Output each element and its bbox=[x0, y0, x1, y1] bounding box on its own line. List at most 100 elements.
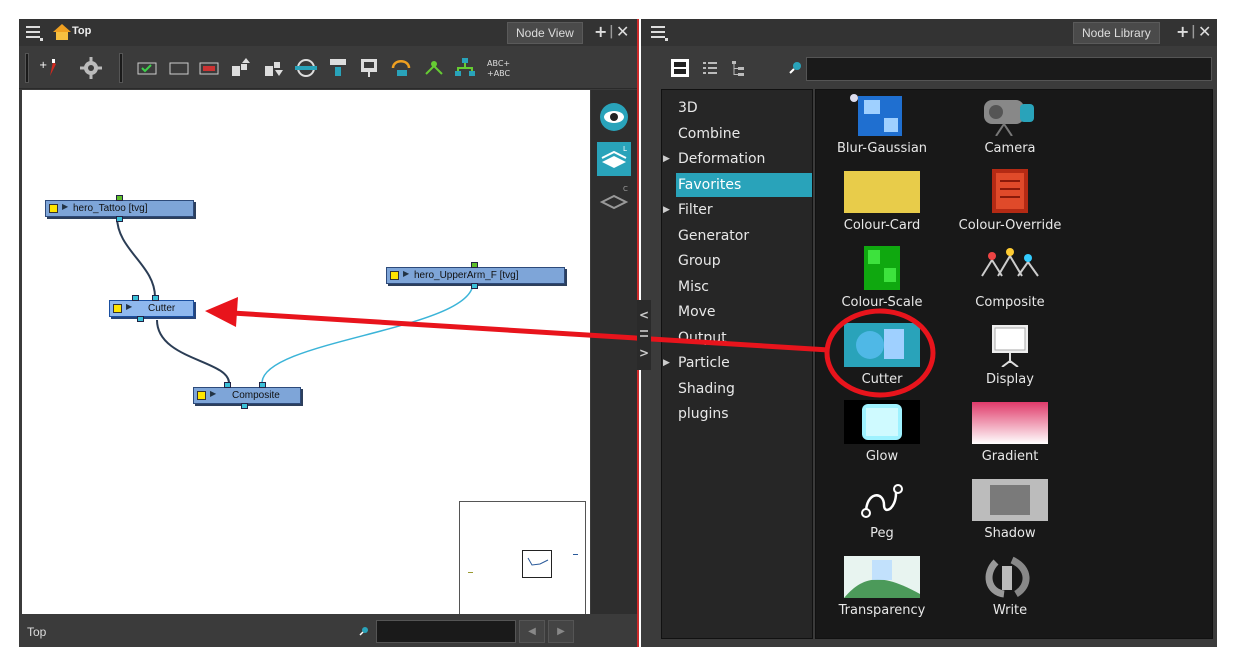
close-icon[interactable]: ✕ bbox=[616, 23, 629, 41]
expand-arrow-icon[interactable]: ▶ bbox=[126, 302, 132, 311]
library-item-shadow[interactable]: Shadow bbox=[950, 477, 1070, 547]
panel-splitter-handle[interactable]: < > bbox=[637, 300, 651, 370]
category-filter[interactable]: ▶ Filter bbox=[663, 198, 812, 222]
matte-port[interactable] bbox=[152, 295, 159, 301]
library-item-colour-override[interactable]: Colour-Override bbox=[950, 169, 1070, 239]
collapse-right-icon[interactable]: > bbox=[639, 346, 649, 360]
move-up-icon[interactable] bbox=[229, 56, 253, 80]
category-move[interactable]: Move bbox=[676, 300, 812, 324]
library-item-transparency[interactable]: Transparency bbox=[822, 554, 942, 624]
node-label: Cutter bbox=[148, 303, 176, 314]
library-item-glow[interactable]: Glow bbox=[822, 400, 942, 470]
category-3d[interactable]: 3D bbox=[676, 96, 812, 120]
add-node-icon[interactable]: + bbox=[37, 56, 61, 80]
category-generator[interactable]: Generator bbox=[676, 224, 812, 248]
node-view-canvas[interactable]: ▶ hero_Tattoo [tvg] ▶ hero_UpperArm_F [t… bbox=[22, 90, 590, 614]
next-match-button[interactable]: ▶ bbox=[548, 620, 574, 643]
tab-node-view[interactable]: Node View bbox=[507, 22, 583, 44]
disable-all-icon[interactable] bbox=[197, 56, 221, 80]
library-item-cutter[interactable]: Cutter bbox=[822, 323, 942, 393]
camera-layers-icon[interactable]: C bbox=[597, 182, 631, 216]
add-view-icon[interactable]: + bbox=[594, 23, 607, 41]
expand-arrow-icon[interactable]: ▶ bbox=[62, 202, 68, 211]
group-icon[interactable] bbox=[326, 56, 350, 80]
expand-arrow-icon[interactable]: ▶ bbox=[663, 147, 670, 171]
category-plugins[interactable]: plugins bbox=[676, 402, 812, 426]
category-deformation[interactable]: ▶ Deformation bbox=[663, 147, 812, 171]
category-combine[interactable]: Combine bbox=[676, 122, 812, 146]
library-item-composite[interactable]: Composite bbox=[950, 246, 1070, 316]
library-item-label: Gradient bbox=[981, 449, 1039, 464]
library-item-colour-scale[interactable]: Colour-Scale bbox=[822, 246, 942, 316]
library-item-peg[interactable]: Peg bbox=[822, 477, 942, 547]
output-port[interactable] bbox=[116, 216, 123, 222]
node-color-swatch[interactable] bbox=[390, 271, 399, 280]
category-misc[interactable]: Misc bbox=[676, 275, 812, 299]
write-icon bbox=[985, 556, 1030, 598]
node-library-search-input[interactable] bbox=[806, 57, 1212, 81]
library-item-display[interactable]: Display bbox=[950, 323, 1070, 393]
eye-icon[interactable] bbox=[597, 100, 631, 134]
category-favorites[interactable]: Favorites bbox=[676, 172, 812, 197]
tree-view-icon[interactable] bbox=[729, 59, 747, 77]
enable-node-icon[interactable] bbox=[135, 56, 159, 80]
output-port[interactable] bbox=[137, 316, 144, 322]
panel-menu-icon[interactable] bbox=[651, 26, 668, 41]
node-color-swatch[interactable] bbox=[49, 204, 58, 213]
library-item-gradient[interactable]: Gradient bbox=[950, 400, 1070, 470]
library-item-label: Display bbox=[986, 372, 1034, 387]
expand-arrow-icon[interactable]: ▶ bbox=[663, 198, 670, 222]
minimap-preview bbox=[468, 554, 578, 573]
add-view-icon[interactable]: + bbox=[1176, 23, 1189, 41]
node-library-panel: Node Library + | ✕ 3D Combine ▶ Deformat… bbox=[641, 19, 1217, 647]
category-label: plugins bbox=[678, 406, 729, 422]
icon-view-icon[interactable] bbox=[671, 59, 689, 77]
rename-abc-icon[interactable]: ABC+ +ABC bbox=[485, 56, 515, 80]
node-hero-upperarm[interactable]: ▶ hero_UpperArm_F [tvg] bbox=[386, 262, 565, 289]
display-node-icon[interactable] bbox=[357, 56, 381, 80]
library-item-colour-card[interactable]: Colour-Card bbox=[822, 169, 942, 239]
move-down-icon[interactable] bbox=[262, 56, 286, 80]
layers-icon[interactable]: L bbox=[597, 142, 631, 176]
category-particle[interactable]: ▶ Particle bbox=[663, 351, 812, 375]
home-icon[interactable] bbox=[53, 24, 71, 40]
expand-arrow-icon[interactable]: ▶ bbox=[403, 269, 409, 278]
library-item-camera[interactable]: Camera bbox=[950, 92, 1070, 162]
disable-node-icon[interactable] bbox=[167, 56, 191, 80]
expand-arrow-icon[interactable]: ▶ bbox=[663, 351, 670, 375]
node-search-input[interactable] bbox=[376, 620, 516, 643]
list-view-icon[interactable] bbox=[701, 59, 719, 77]
output-port[interactable] bbox=[471, 283, 478, 289]
gear-icon[interactable] bbox=[79, 56, 103, 80]
output-port[interactable] bbox=[241, 403, 248, 409]
library-item-blur-gaussian[interactable]: Blur-Gaussian bbox=[822, 92, 942, 162]
input-port[interactable] bbox=[471, 262, 478, 268]
previous-match-button[interactable]: ◀ bbox=[519, 620, 545, 643]
node-cutter[interactable]: ▶ Cutter bbox=[109, 295, 194, 322]
node-color-swatch[interactable] bbox=[113, 304, 122, 313]
breadcrumb[interactable]: Top bbox=[72, 25, 91, 37]
library-item-label: Write bbox=[992, 603, 1028, 618]
focus-node-icon[interactable] bbox=[294, 56, 318, 80]
network-icon[interactable] bbox=[453, 56, 477, 80]
category-output[interactable]: Output bbox=[676, 326, 812, 350]
node-composite[interactable]: ▶ Composite bbox=[193, 382, 301, 409]
node-hero-tattoo[interactable]: ▶ hero_Tattoo [tvg] bbox=[45, 195, 194, 222]
input-port[interactable] bbox=[259, 382, 266, 388]
expand-arrow-icon[interactable]: ▶ bbox=[210, 389, 216, 398]
category-group[interactable]: Group bbox=[676, 249, 812, 273]
input-port[interactable] bbox=[132, 295, 139, 301]
peg-node-icon[interactable] bbox=[389, 56, 413, 80]
close-icon[interactable]: ✕ bbox=[1198, 23, 1211, 41]
node-color-swatch[interactable] bbox=[197, 391, 206, 400]
input-port[interactable] bbox=[224, 382, 231, 388]
category-shading[interactable]: Shading bbox=[676, 377, 812, 401]
tab-node-library[interactable]: Node Library bbox=[1073, 22, 1160, 44]
collapse-left-icon[interactable]: < bbox=[639, 308, 649, 322]
input-port[interactable] bbox=[116, 195, 123, 201]
library-item-write[interactable]: Write bbox=[950, 554, 1070, 624]
panel-menu-icon[interactable] bbox=[26, 26, 43, 41]
link-nodes-icon[interactable] bbox=[422, 56, 446, 80]
navigator-minimap[interactable] bbox=[459, 501, 586, 614]
toolbar-grip[interactable] bbox=[25, 53, 29, 83]
